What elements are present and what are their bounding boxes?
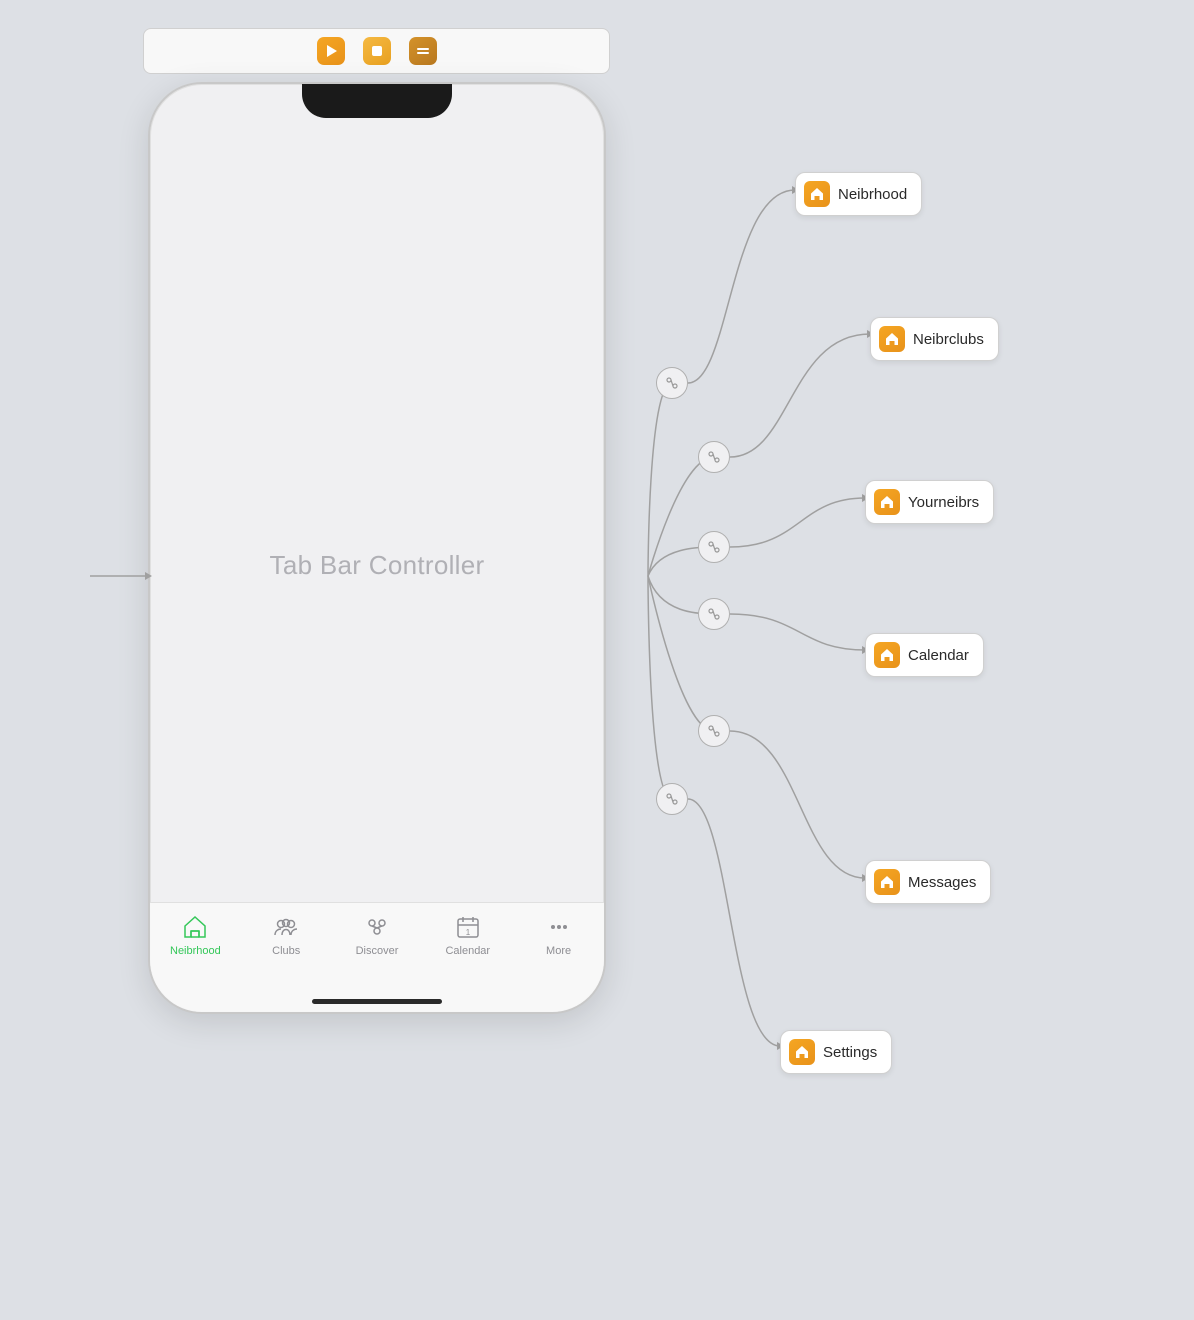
svg-text:1: 1 xyxy=(466,928,471,937)
controller-neibrclubs[interactable]: Neibrclubs xyxy=(870,317,999,361)
tab-calendar[interactable]: 1 Calendar xyxy=(433,913,503,957)
neibrhood-tab-label: Neibrhood xyxy=(170,945,221,957)
neibrclubs-controller-label: Neibrclubs xyxy=(913,331,984,348)
yourneibrs-controller-icon xyxy=(874,489,900,515)
xcode-toolbar xyxy=(143,28,610,74)
branch-node-6 xyxy=(656,783,688,815)
more-tab-icon xyxy=(545,913,573,941)
calendar-controller-label: Calendar xyxy=(908,647,969,664)
controller-messages[interactable]: Messages xyxy=(865,860,991,904)
branch-node-2 xyxy=(698,441,730,473)
calendar-tab-icon: 1 xyxy=(454,913,482,941)
controller-calendar[interactable]: Calendar xyxy=(865,633,984,677)
discover-tab-icon xyxy=(363,913,391,941)
discover-tab-label: Discover xyxy=(356,945,399,957)
tab-neibrhood[interactable]: Neibrhood xyxy=(160,913,230,957)
neibrhood-tab-icon xyxy=(181,913,209,941)
controller-settings[interactable]: Settings xyxy=(780,1030,892,1074)
calendar-controller-icon xyxy=(874,642,900,668)
phone-content: Tab Bar Controller xyxy=(150,118,604,1012)
controller-yourneibrs[interactable]: Yourneibrs xyxy=(865,480,994,524)
build-icon[interactable] xyxy=(409,37,437,65)
neibrhood-controller-label: Neibrhood xyxy=(838,186,907,203)
neibrclubs-controller-icon xyxy=(879,326,905,352)
clubs-tab-label: Clubs xyxy=(272,945,300,957)
branch-node-3 xyxy=(698,531,730,563)
yourneibrs-controller-label: Yourneibrs xyxy=(908,494,979,511)
tab-clubs[interactable]: Clubs xyxy=(251,913,321,957)
more-tab-label: More xyxy=(546,945,571,957)
tab-more[interactable]: More xyxy=(524,913,594,957)
branch-node-5 xyxy=(698,715,730,747)
run-icon[interactable] xyxy=(317,37,345,65)
neibrhood-controller-icon xyxy=(804,181,830,207)
branch-node-1 xyxy=(656,367,688,399)
settings-controller-label: Settings xyxy=(823,1044,877,1061)
controller-neibrhood[interactable]: Neibrhood xyxy=(795,172,922,216)
home-indicator xyxy=(312,999,442,1004)
tab-bar: Neibrhood Clubs xyxy=(150,902,604,1012)
messages-controller-label: Messages xyxy=(908,874,976,891)
tab-bar-controller-label: Tab Bar Controller xyxy=(270,550,485,581)
branch-node-4 xyxy=(698,598,730,630)
messages-controller-icon xyxy=(874,869,900,895)
calendar-tab-label: Calendar xyxy=(445,945,490,957)
notch xyxy=(302,84,452,118)
tab-discover[interactable]: Discover xyxy=(342,913,412,957)
stop-icon[interactable] xyxy=(363,37,391,65)
clubs-tab-icon xyxy=(272,913,300,941)
settings-controller-icon xyxy=(789,1039,815,1065)
phone-frame: Tab Bar Controller Neibrhood xyxy=(148,82,606,1014)
